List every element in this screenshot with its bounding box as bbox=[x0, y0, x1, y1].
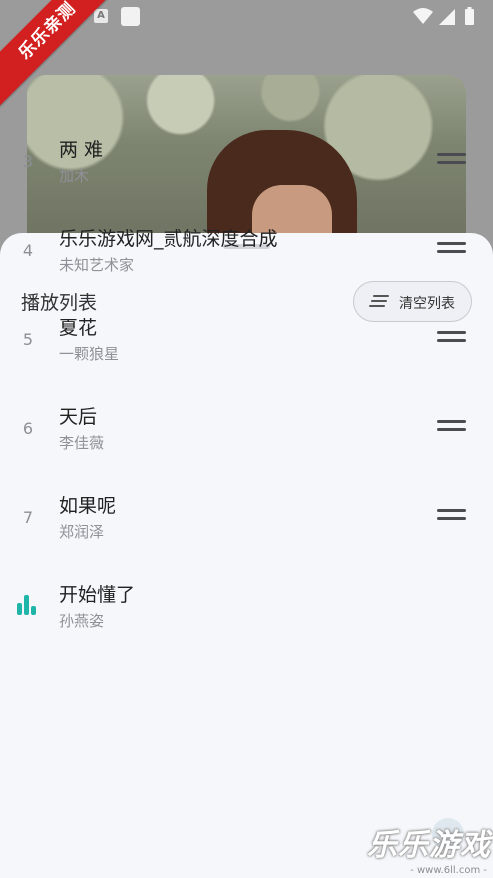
signal-icon bbox=[439, 9, 455, 25]
track-title: 乐乐游戏网_贰航深度合成 bbox=[59, 228, 278, 250]
wifi-icon bbox=[413, 8, 433, 24]
track-title: 两 难 bbox=[59, 139, 104, 161]
track-artist: 未知艺术家 bbox=[59, 256, 135, 274]
battery-icon bbox=[465, 9, 474, 25]
track-title: 夏花 bbox=[59, 317, 98, 339]
drag-handle-icon[interactable] bbox=[437, 509, 466, 523]
track-title: 天后 bbox=[59, 406, 98, 428]
equalizer-icon bbox=[17, 595, 39, 615]
notification-icon bbox=[121, 7, 140, 26]
track-index: 7 bbox=[22, 508, 34, 527]
drag-handle-icon[interactable] bbox=[437, 153, 466, 167]
track-artist: 一颗狼星 bbox=[59, 345, 120, 363]
track-index: 5 bbox=[22, 330, 34, 349]
watermark-logo: 乐乐游戏 bbox=[367, 828, 491, 863]
list-item-now-playing[interactable]: 开始懂了 孙燕姿 bbox=[0, 565, 493, 654]
status-icons bbox=[413, 7, 474, 25]
list-item[interactable]: 6 天后 李佳薇 bbox=[0, 387, 493, 476]
drag-handle-icon[interactable] bbox=[437, 420, 466, 434]
drag-handle-icon[interactable] bbox=[437, 331, 466, 345]
track-artist: 加木 bbox=[59, 167, 90, 185]
track-index: 6 bbox=[22, 419, 34, 438]
list-item[interactable]: 4 乐乐游戏网_贰航深度合成 未知艺术家 bbox=[0, 209, 493, 298]
list-item[interactable]: 3 两 难 加木 bbox=[0, 120, 493, 209]
track-artist: 李佳薇 bbox=[59, 434, 105, 452]
list-item[interactable]: 5 夏花 一颗狼星 bbox=[0, 298, 493, 387]
track-artist: 郑润泽 bbox=[59, 523, 105, 541]
list-item[interactable]: 7 如果呢 郑润泽 bbox=[0, 476, 493, 565]
track-artist: 孙燕姿 bbox=[59, 612, 105, 630]
ime-indicator: A bbox=[94, 9, 108, 23]
track-index: 4 bbox=[22, 241, 34, 260]
track-title: 开始懂了 bbox=[59, 584, 136, 606]
track-title: 如果呢 bbox=[59, 495, 117, 517]
track-index: 3 bbox=[22, 152, 34, 171]
watermark-url: - www.6ll.com - bbox=[410, 865, 487, 876]
drag-handle-icon[interactable] bbox=[437, 242, 466, 256]
